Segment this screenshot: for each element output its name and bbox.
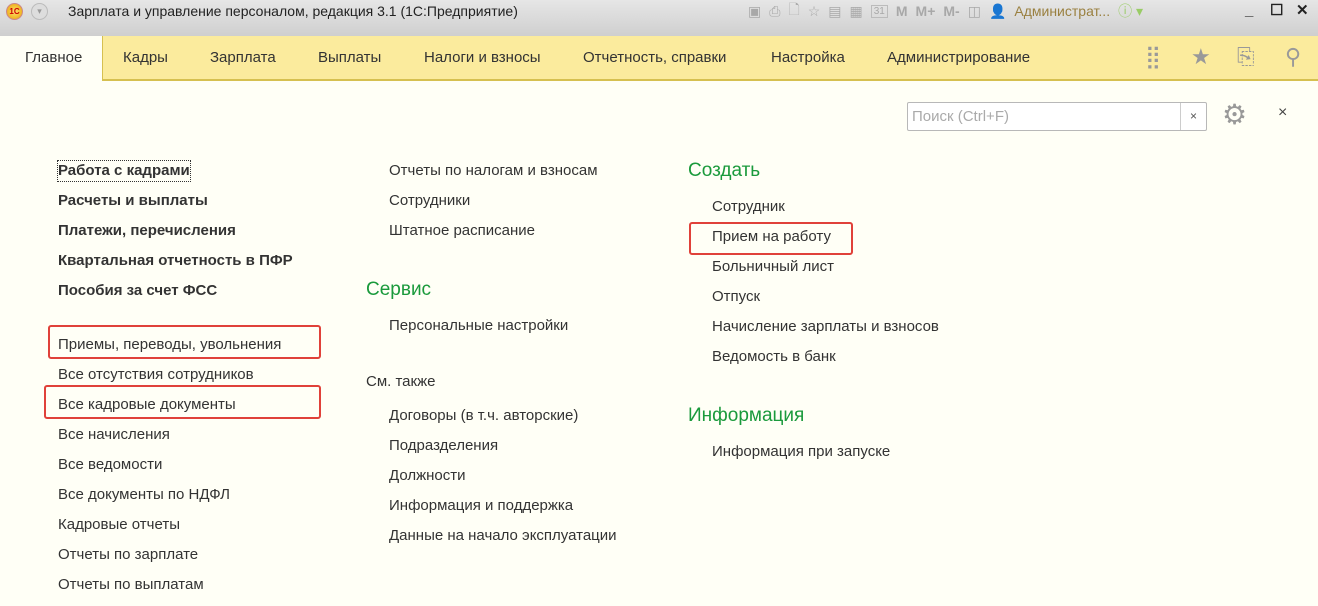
highlight-box (44, 385, 321, 419)
tab-payments[interactable]: Выплаты (318, 36, 381, 81)
sections-bar: Главное Кадры Зарплата Выплаты Налоги и … (5, 36, 1318, 81)
calculator-icon[interactable]: ▦ (850, 3, 863, 20)
link-accruals[interactable]: Все начисления (58, 425, 170, 445)
create-employee[interactable]: Сотрудник (712, 197, 785, 217)
user-name[interactable]: Администрат... (1014, 3, 1110, 19)
tab-settings[interactable]: Настройка (771, 36, 845, 81)
memory-button[interactable]: M (896, 3, 908, 19)
link-departments[interactable]: Подразделения (389, 436, 498, 456)
save-icon[interactable]: ▣ (748, 3, 761, 20)
create-vacation[interactable]: Отпуск (712, 287, 760, 307)
calendar-icon[interactable]: 31 (870, 4, 888, 18)
search-input[interactable] (908, 103, 1178, 130)
link-hr-reports[interactable]: Кадровые отчеты (58, 515, 180, 535)
link-staff-schedule[interactable]: Штатное расписание (389, 221, 535, 241)
link-info-support[interactable]: Информация и поддержка (389, 496, 573, 516)
tab-administration[interactable]: Администрирование (887, 36, 1030, 81)
link-hr-work[interactable]: Работа с кадрами (57, 160, 191, 182)
search-field: × (907, 102, 1207, 131)
tab-hr[interactable]: Кадры (123, 36, 168, 81)
link-ndfl-documents[interactable]: Все документы по НДФЛ (58, 485, 230, 505)
panels-icon[interactable]: ◫ (968, 3, 981, 20)
add-favorite-icon[interactable]: ☆ (808, 3, 821, 20)
history-icon[interactable]: ⎘ (1237, 45, 1255, 69)
link-absences[interactable]: Все отсутствия сотрудников (58, 365, 254, 385)
memory-plus-button[interactable]: M+ (916, 3, 936, 19)
link-initial-data[interactable]: Данные на начало эксплуатации (389, 526, 617, 546)
tab-main[interactable]: Главное (5, 36, 104, 81)
link-salary-reports[interactable]: Отчеты по зарплате (58, 545, 198, 565)
link-payment-reports[interactable]: Отчеты по выплатам (58, 575, 204, 595)
title-bar: 1С ▾ Зарплата и управление персоналом, р… (0, 0, 1318, 36)
link-contracts[interactable]: Договоры (в т.ч. авторские) (389, 406, 578, 426)
tab-reports[interactable]: Отчетность, справки (583, 36, 726, 81)
all-functions-icon[interactable]: ⣿ (1145, 45, 1161, 69)
tab-taxes[interactable]: Налоги и взносы (424, 36, 541, 81)
create-payroll[interactable]: Начисление зарплаты и взносов (712, 317, 939, 337)
app-logo-icon[interactable]: 1С (6, 3, 23, 20)
highlight-box (689, 222, 853, 255)
settings-gear-icon[interactable]: ⚙ (1222, 100, 1247, 130)
section-service: Сервис (366, 279, 432, 300)
main-menu-icon[interactable]: ▾ (31, 3, 48, 20)
print-icon[interactable]: ⎙ (769, 3, 780, 20)
close-window-button[interactable]: ✕ (1296, 0, 1309, 22)
create-bank-statement[interactable]: Ведомость в банк (712, 347, 836, 367)
tab-salary[interactable]: Зарплата (210, 36, 276, 81)
highlight-box (48, 325, 321, 359)
close-panel-button[interactable]: × (1278, 104, 1287, 122)
link-startup-info[interactable]: Информация при запуске (712, 442, 890, 462)
link-statements[interactable]: Все ведомости (58, 455, 162, 475)
info-icon[interactable]: ⓘ ▾ (1118, 1, 1143, 21)
section-information: Информация (688, 405, 805, 426)
minimize-button[interactable]: _ (1245, 0, 1253, 22)
window-toolbar: ▣ ⎙ 🗋 ☆ ▤ ▦ 31 M M+ M- ◫ 👤 Администрат..… (748, 0, 1143, 22)
link-employees[interactable]: Сотрудники (389, 191, 470, 211)
link-fss-benefits[interactable]: Пособия за счет ФСС (58, 281, 217, 301)
memory-minus-button[interactable]: M- (943, 3, 959, 19)
window-title: Зарплата и управление персоналом, редакц… (68, 3, 518, 19)
preview-icon[interactable]: 🗋 (788, 0, 799, 23)
user-icon: 👤 (988, 2, 1007, 19)
section-see-also: См. также (366, 373, 436, 390)
link-payments[interactable]: Платежи, перечисления (58, 221, 236, 241)
clear-search-button[interactable]: × (1180, 103, 1206, 130)
section-create: Создать (688, 160, 761, 181)
create-sick-leave[interactable]: Больничный лист (712, 257, 834, 277)
search-icon[interactable]: ⚲ (1285, 45, 1301, 69)
link-pfr-reporting[interactable]: Квартальная отчетность в ПФР (58, 251, 293, 271)
favorites-icon[interactable]: ▤ (828, 3, 841, 20)
link-positions[interactable]: Должности (389, 466, 466, 486)
link-tax-reports[interactable]: Отчеты по налогам и взносам (389, 161, 598, 181)
link-calculations[interactable]: Расчеты и выплаты (58, 191, 208, 211)
link-personal-settings[interactable]: Персональные настройки (389, 316, 568, 336)
favorites-star-icon[interactable]: ★ (1191, 45, 1211, 69)
maximize-button[interactable]: ☐ (1270, 0, 1283, 22)
